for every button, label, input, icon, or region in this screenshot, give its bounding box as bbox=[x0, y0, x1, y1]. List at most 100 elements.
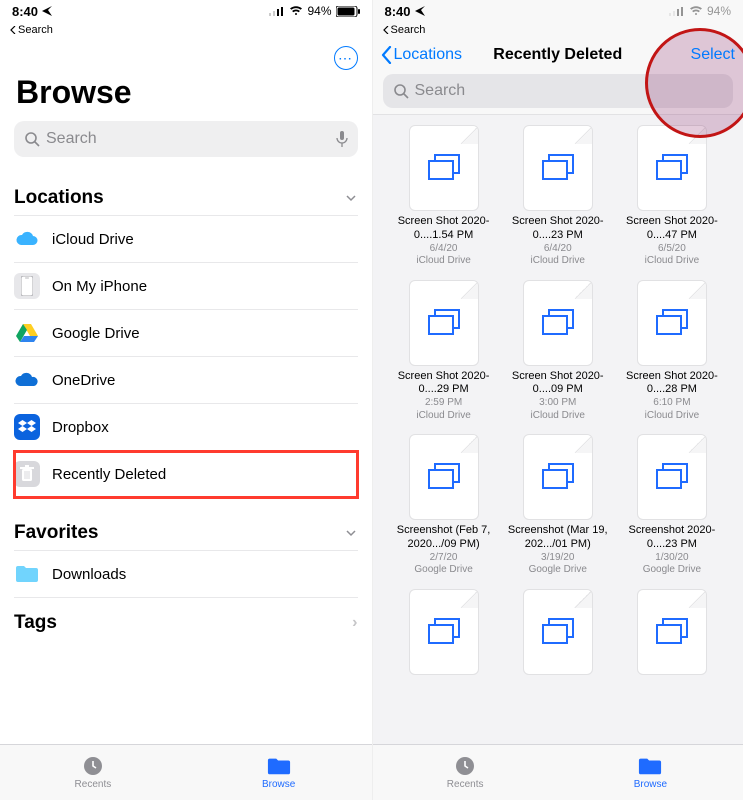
location-icloud[interactable]: iCloud Drive bbox=[14, 216, 358, 263]
screenshot-icon bbox=[427, 309, 461, 337]
file-item[interactable]: Screen Shot 2020-0....47 PM 6/5/20 iClou… bbox=[617, 125, 727, 274]
file-thumbnail bbox=[409, 434, 479, 520]
file-item[interactable]: Screenshot (Mar 19, 202.../01 PM) 3/19/2… bbox=[503, 434, 613, 583]
location-on-my-iphone[interactable]: On My iPhone bbox=[14, 263, 358, 310]
time-text: 8:40 bbox=[385, 4, 411, 19]
screenshot-icon bbox=[541, 618, 575, 646]
screenshot-icon bbox=[427, 618, 461, 646]
file-location: Google Drive bbox=[414, 564, 472, 577]
file-date: 6:10 PM bbox=[653, 397, 690, 410]
status-time: 8:40 bbox=[385, 4, 425, 19]
location-label: iCloud Drive bbox=[52, 231, 134, 248]
mic-icon[interactable] bbox=[336, 130, 348, 148]
file-location: iCloud Drive bbox=[645, 255, 699, 268]
favorite-downloads[interactable]: Downloads bbox=[14, 551, 358, 598]
file-item[interactable] bbox=[503, 589, 613, 685]
favorites-header[interactable]: Favorites bbox=[14, 512, 358, 551]
file-item[interactable]: Screen Shot 2020-0....28 PM 6:10 PM iClo… bbox=[617, 280, 727, 429]
location-onedrive[interactable]: OneDrive bbox=[14, 357, 358, 404]
tab-browse[interactable]: Browse bbox=[558, 745, 743, 800]
file-item[interactable] bbox=[389, 589, 499, 685]
screenshot-icon bbox=[541, 309, 575, 337]
favorites-title: Favorites bbox=[14, 522, 98, 544]
file-item[interactable]: Screen Shot 2020-0....1.54 PM 6/4/20 iCl… bbox=[389, 125, 499, 274]
file-thumbnail bbox=[523, 434, 593, 520]
folder-icon bbox=[267, 755, 291, 777]
tab-bar: Recents Browse bbox=[373, 744, 743, 800]
tab-label: Browse bbox=[634, 779, 667, 790]
file-date: 3/19/20 bbox=[541, 552, 574, 565]
file-item[interactable]: Screenshot 2020-0....23 PM 1/30/20 Googl… bbox=[617, 434, 727, 583]
trash-icon bbox=[14, 461, 40, 487]
chevron-left-icon bbox=[381, 46, 392, 64]
location-recently-deleted[interactable]: Recently Deleted bbox=[14, 451, 358, 498]
file-date: 2:59 PM bbox=[425, 397, 462, 410]
screenshot-icon bbox=[655, 154, 689, 182]
file-thumbnail bbox=[637, 434, 707, 520]
search-icon bbox=[24, 131, 40, 147]
icloud-icon bbox=[14, 226, 40, 252]
nav-title: Recently Deleted bbox=[493, 46, 622, 64]
location-label: On My iPhone bbox=[52, 278, 147, 295]
location-label: OneDrive bbox=[52, 372, 115, 389]
back-label: Locations bbox=[394, 46, 463, 64]
file-name: Screenshot (Mar 19, 202.../01 PM) bbox=[508, 524, 608, 552]
recently-deleted-screen: 8:40 94% Search Locations Recently Del bbox=[372, 0, 743, 800]
back-to-search[interactable]: Search bbox=[0, 22, 372, 40]
clock-icon bbox=[81, 755, 105, 777]
back-to-search[interactable]: Search bbox=[373, 22, 743, 40]
iphone-icon bbox=[14, 273, 40, 299]
file-thumbnail bbox=[637, 589, 707, 675]
google-drive-icon bbox=[14, 320, 40, 346]
screenshot-icon bbox=[427, 463, 461, 491]
file-name: Screen Shot 2020-0....09 PM bbox=[508, 370, 608, 398]
status-bar: 8:40 94% bbox=[0, 0, 372, 22]
file-item[interactable] bbox=[617, 589, 727, 685]
tags-header[interactable]: Tags › bbox=[14, 598, 358, 644]
tab-recents[interactable]: Recents bbox=[0, 745, 186, 800]
file-grid: Screen Shot 2020-0....1.54 PM 6/4/20 iCl… bbox=[389, 125, 728, 685]
more-button[interactable]: ⋯ bbox=[334, 46, 358, 70]
file-date: 3:00 PM bbox=[539, 397, 576, 410]
select-button[interactable]: Select bbox=[691, 46, 735, 64]
location-dropbox[interactable]: Dropbox bbox=[14, 404, 358, 451]
file-item[interactable]: Screenshot (Feb 7, 2020.../09 PM) 2/7/20… bbox=[389, 434, 499, 583]
dropbox-icon bbox=[14, 414, 40, 440]
chevron-down-icon bbox=[344, 526, 358, 540]
file-name: Screen Shot 2020-0....1.54 PM bbox=[394, 215, 494, 243]
file-item[interactable]: Screen Shot 2020-0....29 PM 2:59 PM iClo… bbox=[389, 280, 499, 429]
caret-left-icon bbox=[10, 26, 16, 34]
favorite-label: Downloads bbox=[52, 566, 126, 583]
tab-browse[interactable]: Browse bbox=[186, 745, 372, 800]
location-google-drive[interactable]: Google Drive bbox=[14, 310, 358, 357]
search-input[interactable]: Search bbox=[383, 74, 734, 108]
file-location: Google Drive bbox=[529, 564, 587, 577]
screenshot-icon bbox=[655, 309, 689, 337]
browse-screen: 8:40 94% Search ⋯ Browse Search bbox=[0, 0, 372, 800]
file-name: Screen Shot 2020-0....28 PM bbox=[622, 370, 722, 398]
search-input[interactable]: Search bbox=[14, 121, 358, 157]
file-location: iCloud Drive bbox=[531, 255, 585, 268]
tab-recents[interactable]: Recents bbox=[373, 745, 558, 800]
file-date: 6/4/20 bbox=[544, 243, 572, 256]
file-item[interactable]: Screen Shot 2020-0....23 PM 6/4/20 iClou… bbox=[503, 125, 613, 274]
tab-bar: Recents Browse bbox=[0, 744, 372, 800]
file-name: Screen Shot 2020-0....29 PM bbox=[394, 370, 494, 398]
location-label: Dropbox bbox=[52, 419, 109, 436]
file-location: iCloud Drive bbox=[416, 410, 470, 423]
back-button[interactable]: Locations bbox=[381, 46, 463, 64]
file-item[interactable]: Screen Shot 2020-0....09 PM 3:00 PM iClo… bbox=[503, 280, 613, 429]
file-location: Google Drive bbox=[643, 564, 701, 577]
file-thumbnail bbox=[409, 589, 479, 675]
tab-label: Browse bbox=[262, 779, 295, 790]
file-date: 1/30/20 bbox=[655, 552, 688, 565]
status-time: 8:40 bbox=[12, 4, 52, 19]
signal-icon bbox=[669, 6, 685, 16]
location-icon bbox=[42, 6, 52, 16]
file-thumbnail bbox=[637, 280, 707, 366]
file-date: 6/4/20 bbox=[430, 243, 458, 256]
ellipsis-icon: ⋯ bbox=[338, 51, 353, 65]
onedrive-icon bbox=[14, 367, 40, 393]
file-location: iCloud Drive bbox=[416, 255, 470, 268]
locations-header[interactable]: Locations bbox=[14, 177, 358, 216]
